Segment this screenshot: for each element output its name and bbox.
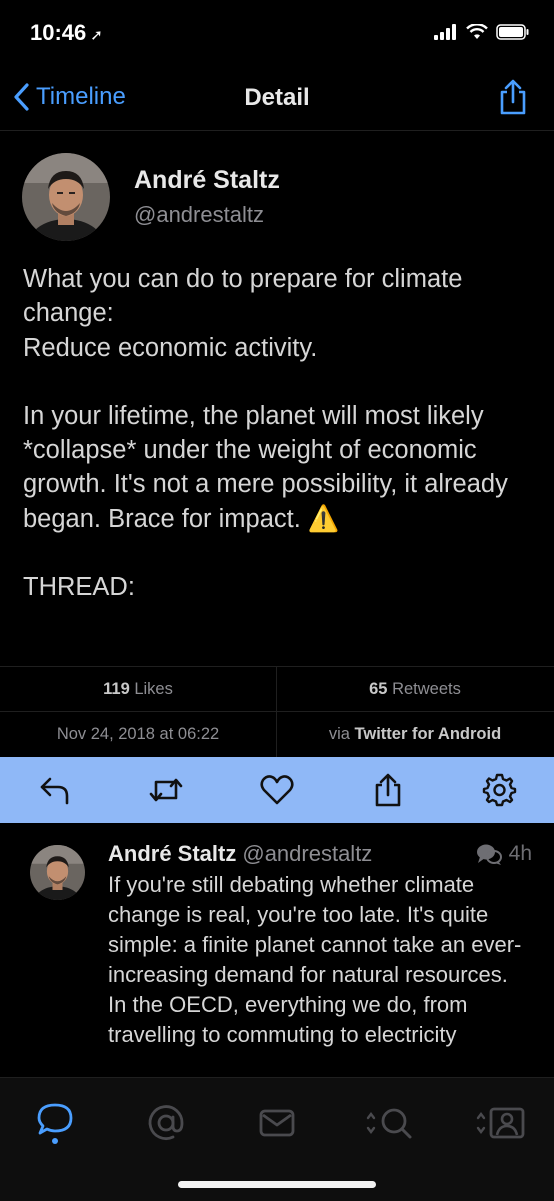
reply-icon <box>41 777 69 805</box>
reply-text: If you're still debating whether climate… <box>108 872 522 1047</box>
tweet-line: In your lifetime, the planet will most l… <box>23 401 508 533</box>
share-button[interactable] <box>358 760 418 820</box>
retweets-stat[interactable]: 65 Retweets <box>277 680 553 699</box>
tab-mentions[interactable] <box>131 1098 201 1148</box>
likes-stat[interactable]: 119 Likes <box>0 680 276 699</box>
retweet-button[interactable] <box>136 760 196 820</box>
divider <box>0 666 554 667</box>
author-avatar[interactable] <box>22 153 110 241</box>
reply-author[interactable]: André Staltz @andrestaltz <box>108 841 372 867</box>
status-icons <box>434 24 530 40</box>
settings-gear-icon <box>482 773 516 807</box>
tweet-line: Reduce economic activity. <box>23 333 318 362</box>
reply-time: 4h <box>475 842 532 866</box>
search-icon <box>366 1108 412 1139</box>
author-handle[interactable]: @andrestaltz <box>134 202 264 228</box>
tweet-client: via Twitter for Android <box>328 725 502 743</box>
cellular-signal-icon <box>434 24 456 40</box>
share-icon <box>500 79 526 115</box>
tweet-line: What you can do to prepare for climate c… <box>23 265 463 328</box>
conversation-icon <box>476 844 502 865</box>
messages-icon <box>259 1109 295 1137</box>
tab-messages[interactable] <box>242 1098 312 1148</box>
share-icon <box>375 773 401 807</box>
reply-button[interactable] <box>25 760 85 820</box>
profile-icon <box>476 1107 525 1139</box>
tweet-text: What you can do to prepare for climate c… <box>23 262 538 604</box>
nav-share-button[interactable] <box>496 78 530 121</box>
retweet-icon <box>149 778 183 802</box>
home-indicator[interactable] <box>178 1181 376 1188</box>
conversations-icon <box>37 1103 73 1144</box>
mentions-icon <box>148 1105 184 1140</box>
page-title: Detail <box>244 84 310 111</box>
battery-icon <box>496 24 529 40</box>
tweet-timestamp: Nov 24, 2018 at 06:22 <box>56 725 220 743</box>
like-heart-icon <box>260 775 294 805</box>
status-time: 10:46 ➚ <box>30 20 103 45</box>
like-button[interactable] <box>247 760 307 820</box>
tab-profile[interactable] <box>460 1098 540 1148</box>
settings-button[interactable] <box>469 760 529 820</box>
reply-avatar[interactable] <box>30 845 85 900</box>
nav-divider <box>0 130 554 131</box>
author-name[interactable]: André Staltz <box>134 166 280 195</box>
tweet-line: THREAD: <box>23 573 135 602</box>
warning-emoji-icon: ⚠️ <box>307 504 340 533</box>
divider <box>0 711 554 712</box>
wifi-icon <box>466 24 488 39</box>
tab-conversations[interactable] <box>20 1098 90 1148</box>
location-arrow-icon: ➚ <box>90 27 103 44</box>
tab-search[interactable] <box>350 1098 430 1148</box>
tweet-action-bar <box>0 757 554 823</box>
